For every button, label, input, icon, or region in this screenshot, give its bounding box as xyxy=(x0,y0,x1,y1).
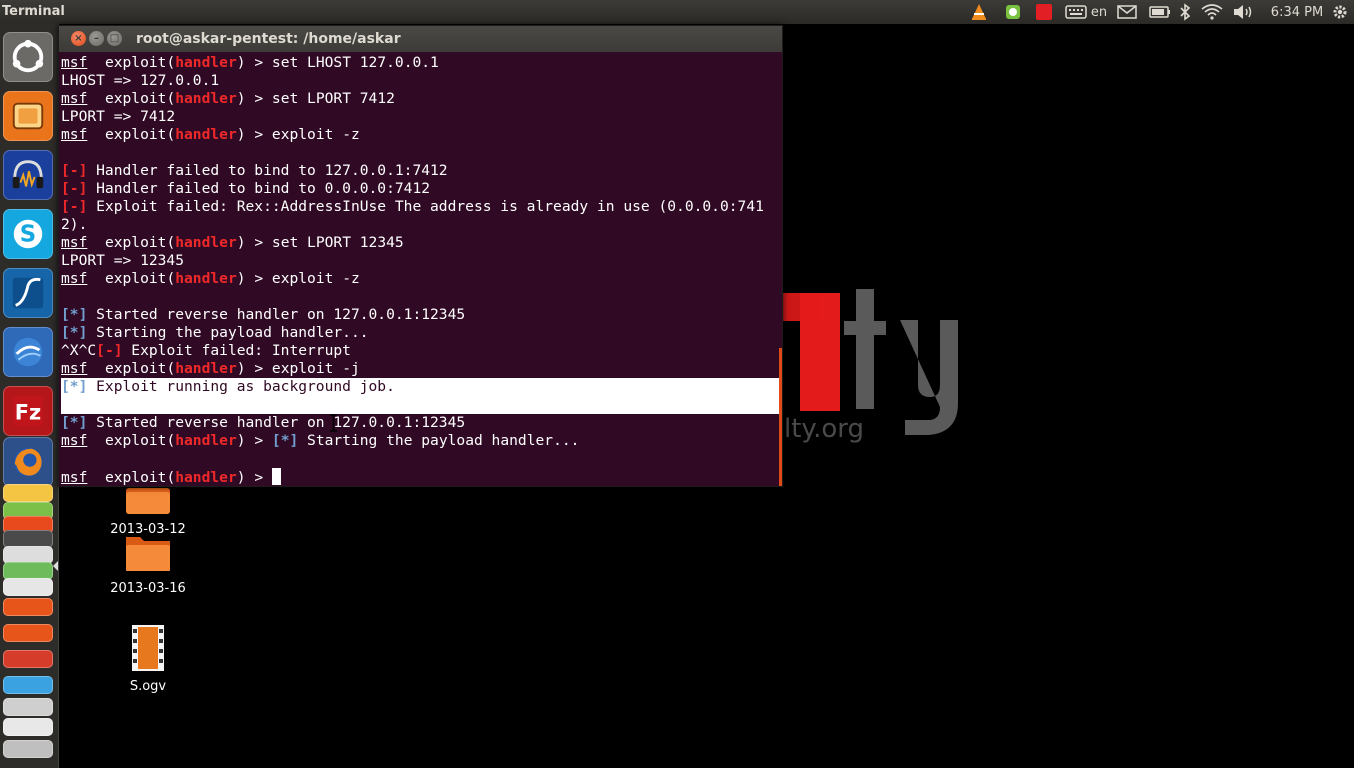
vlc-icon[interactable] xyxy=(968,3,990,21)
terminal-line: ^X^C[-] Exploit failed: Interrupt xyxy=(61,342,351,359)
red-app-icon[interactable] xyxy=(1034,3,1054,21)
stack-app-9[interactable] xyxy=(3,624,53,642)
wallpaper-logo: lty.org xyxy=(780,289,958,444)
terminal-line: LHOST => 127.0.0.1 xyxy=(61,72,220,89)
folder-icon xyxy=(126,537,170,571)
terminal-line: msf exploit(handler) > exploit -j xyxy=(61,360,360,377)
stack-app-7[interactable] xyxy=(3,578,53,596)
volume-icon[interactable] xyxy=(1232,3,1256,21)
keyboard-layout[interactable]: en xyxy=(1089,3,1109,21)
terminal-line: [*] Started reverse handler on 127.0.0.1… xyxy=(61,414,466,431)
terminal-line: msf exploit(handler) > exploit -z xyxy=(61,126,360,143)
stack-app-10[interactable] xyxy=(3,650,53,668)
mail-icon[interactable] xyxy=(1116,3,1138,21)
scrollbar[interactable] xyxy=(779,348,782,486)
top-panel: Terminal en 6:34 PM xyxy=(0,0,1354,24)
ibeam-cursor-icon xyxy=(330,414,337,432)
dash-home-icon[interactable] xyxy=(3,32,53,82)
skype-icon[interactable]: S xyxy=(3,209,53,259)
desktop-folder-2013-03-12[interactable]: 2013-03-12 xyxy=(103,488,193,537)
terminal-line: [-] Exploit failed: Rex::AddressInUse Th… xyxy=(61,198,764,215)
wallpaper-text: lty.org xyxy=(784,414,864,444)
active-indicator-arrow xyxy=(53,561,58,571)
launcher: S Fz xyxy=(0,24,59,768)
settings-gear-icon[interactable] xyxy=(1330,3,1350,21)
filezilla-icon[interactable]: Fz xyxy=(3,386,53,436)
files-icon[interactable] xyxy=(3,91,53,141)
video-file-icon xyxy=(132,625,164,671)
terminal-line: [*] Started reverse handler on 127.0.0.1… xyxy=(61,306,466,323)
desktop-icon-label: 2013-03-16 xyxy=(110,581,186,596)
terminal-line-selected: [*] Exploit running as background job. xyxy=(61,378,781,396)
desktop-folder-2013-03-16[interactable]: 2013-03-16 xyxy=(103,533,193,596)
stack-app-8[interactable] xyxy=(3,598,53,616)
stack-app-14[interactable] xyxy=(3,740,53,758)
battery-icon[interactable] xyxy=(1148,3,1172,21)
terminal-line: [-] Handler failed to bind to 0.0.0.0:74… xyxy=(61,180,431,197)
active-app-title: Terminal xyxy=(2,4,65,19)
terminal-line-selected-blank xyxy=(61,396,781,414)
text-cursor xyxy=(271,468,281,485)
terminal-line: [*] Starting the payload handler... xyxy=(61,324,369,341)
terminal-line: [-] Handler failed to bind to 127.0.0.1:… xyxy=(61,162,448,179)
maximize-button[interactable]: □ xyxy=(107,31,122,46)
firefox-icon[interactable] xyxy=(3,437,53,487)
audacity-icon[interactable] xyxy=(3,150,53,200)
stack-app-11[interactable] xyxy=(3,676,53,694)
desktop-file-s-ogv[interactable]: S.ogv xyxy=(103,625,193,694)
terminal-line: msf exploit(handler) > set LHOST 127.0.0… xyxy=(61,54,439,71)
window-titlebar[interactable]: × – □ root@askar-pentest: /home/askar xyxy=(59,26,782,52)
terminal-line: LPORT => 12345 xyxy=(61,252,185,269)
minimize-button[interactable]: – xyxy=(89,31,104,46)
terminal-window[interactable]: × – □ root@askar-pentest: /home/askar ms… xyxy=(58,25,783,487)
terminal-line: msf exploit(handler) > set LPORT 12345 xyxy=(61,234,404,251)
wireshark-icon[interactable] xyxy=(3,268,53,318)
wifi-icon[interactable] xyxy=(1200,3,1224,21)
folder-icon xyxy=(126,488,170,514)
stack-app-13[interactable] xyxy=(3,718,53,736)
terminal-line: msf exploit(handler) > exploit -z xyxy=(61,270,360,287)
evernote-icon[interactable] xyxy=(1002,3,1024,21)
terminal-line: msf exploit(handler) > set LPORT 7412 xyxy=(61,90,395,107)
google-earth-icon[interactable] xyxy=(3,327,53,377)
window-title: root@askar-pentest: /home/askar xyxy=(136,31,401,47)
desktop-icon-label: S.ogv xyxy=(129,679,167,694)
bluetooth-icon[interactable] xyxy=(1177,3,1193,21)
clock[interactable]: 6:34 PM xyxy=(1268,3,1326,21)
stack-app-12[interactable] xyxy=(3,698,53,716)
keyboard-icon[interactable] xyxy=(1064,3,1088,21)
stack-app-1[interactable] xyxy=(3,484,53,502)
close-button[interactable]: × xyxy=(71,31,86,46)
terminal-line: LPORT => 7412 xyxy=(61,108,176,125)
svg-text:S: S xyxy=(20,222,36,248)
terminal-line: 2). xyxy=(61,216,88,233)
terminal-output[interactable]: msf exploit(handler) > set LHOST 127.0.0… xyxy=(61,54,781,486)
terminal-prompt-line[interactable]: msf exploit(handler) > xyxy=(61,468,781,486)
terminal-line: msf exploit(handler) > [*] Starting the … xyxy=(61,432,580,449)
svg-text:Fz: Fz xyxy=(15,401,41,425)
